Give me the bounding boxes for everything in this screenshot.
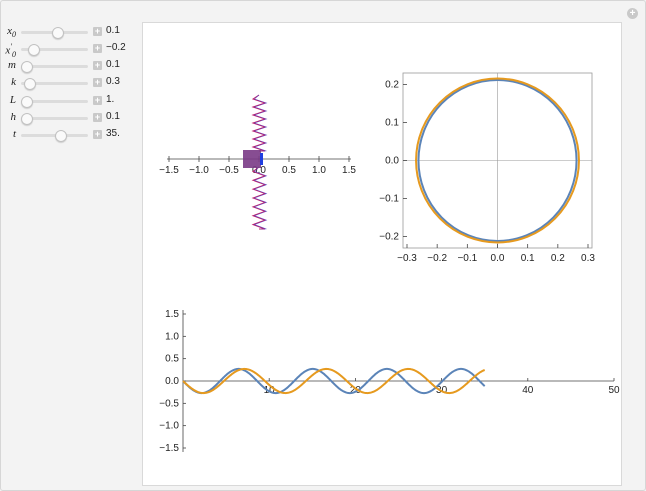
- phase-y-tick-label: −0.1: [379, 193, 399, 204]
- phase-x-tick-label: 0.2: [551, 253, 565, 264]
- diagram-tick-label: −1.5: [159, 165, 179, 176]
- plus-icon[interactable]: +: [93, 27, 102, 36]
- control-value: 0.3: [106, 76, 120, 87]
- slider-track[interactable]: [21, 44, 88, 56]
- control-label: x′0: [0, 42, 16, 59]
- slider-thumb[interactable]: [23, 78, 36, 90]
- plus-icon[interactable]: +: [93, 130, 102, 139]
- time-x-tick-label: 40: [522, 385, 534, 396]
- plus-icon[interactable]: +: [93, 113, 102, 122]
- time-y-tick-label: −1.0: [159, 421, 179, 432]
- control-label-subscript: 0: [12, 30, 16, 40]
- plus-icon[interactable]: +: [93, 78, 102, 87]
- time-y-tick-label: 1.5: [165, 309, 179, 320]
- phase-x-tick-label: 0.1: [521, 253, 535, 264]
- control-value: −0.2: [106, 42, 126, 53]
- time-y-tick-label: 1.0: [165, 331, 179, 342]
- time-y-tick-label: −1.5: [159, 443, 179, 454]
- control-value: 0.1: [106, 25, 120, 36]
- slider-thumb[interactable]: [21, 61, 33, 73]
- control-row-k: k +0.3: [0, 75, 140, 91]
- output-panel: −1.5 −1.0 −0.5 0.0 0.5 1.0 1.5 −0.3 −0.2 −0.1 0.0 0…: [142, 22, 622, 486]
- slider-thumb[interactable]: [21, 113, 33, 125]
- slider-thumb[interactable]: [52, 27, 65, 39]
- phase-y-tick-label: 0.2: [385, 80, 399, 91]
- slider-thumb[interactable]: [21, 96, 33, 108]
- diagram-tick-label: −1.0: [189, 165, 209, 176]
- phase-y-tick-label: 0.1: [385, 118, 399, 129]
- plus-icon[interactable]: +: [93, 96, 102, 105]
- phase-x-tick-label: −0.1: [457, 253, 477, 264]
- slider-track[interactable]: [21, 96, 88, 108]
- control-label-symbol: t: [12, 128, 16, 140]
- control-row-x-0: x0 +0.1: [0, 24, 140, 40]
- time-x-tick-label: 50: [608, 385, 620, 396]
- control-value: 0.1: [106, 111, 120, 122]
- phase-x-tick-label: 0.3: [581, 253, 595, 264]
- control-row-L: L +1.: [0, 93, 140, 109]
- phase-y-tick-label: −0.2: [379, 231, 399, 242]
- control-row-m: m +0.1: [0, 58, 140, 74]
- time-y-tick-label: 0.5: [165, 354, 179, 365]
- phase-x-tick-label: −0.3: [397, 253, 417, 264]
- phase-x-tick-label: −0.2: [427, 253, 447, 264]
- mass-block: [243, 150, 261, 168]
- diagram-tick-label: −0.5: [219, 165, 239, 176]
- control-row-h: h +0.1: [0, 110, 140, 126]
- slider-track[interactable]: [21, 61, 88, 73]
- control-row-x-prime-0: x′0 + −0.2: [0, 41, 140, 59]
- control-row-t: t +35.: [0, 127, 140, 143]
- slider-track[interactable]: [21, 78, 88, 90]
- spring-bottom-shadow: [253, 166, 268, 230]
- control-label: t: [0, 128, 16, 140]
- diagram-tick-label: 0.5: [282, 165, 296, 176]
- control-label: x0: [0, 25, 16, 39]
- control-label-symbol: h: [10, 111, 17, 123]
- slider-thumb[interactable]: [27, 44, 40, 56]
- slider-track[interactable]: [21, 27, 88, 39]
- control-label-symbol: m: [8, 59, 16, 71]
- phase-y-tick-label: 0.0: [385, 156, 399, 167]
- plus-icon[interactable]: +: [93, 61, 102, 70]
- control-label-symbol: L: [9, 94, 16, 106]
- control-value: 35.: [106, 128, 120, 139]
- slider-track[interactable]: [21, 113, 88, 125]
- control-label-symbol: k: [11, 76, 16, 88]
- plus-icon[interactable]: +: [627, 8, 638, 19]
- control-label: k: [0, 76, 16, 88]
- diagram-tick-label: 1.0: [312, 165, 326, 176]
- plus-icon[interactable]: +: [93, 44, 102, 53]
- diagram-tick-label: 1.5: [342, 165, 356, 176]
- slider-track[interactable]: [21, 130, 88, 142]
- time-y-tick-label: −0.5: [159, 398, 179, 409]
- control-value: 0.1: [106, 59, 120, 70]
- spring-top-shadow: [253, 94, 268, 152]
- plots-canvas: −1.5 −1.0 −0.5 0.0 0.5 1.0 1.5 −0.3 −0.2 −0.1 0.0 0…: [159, 72, 620, 454]
- phase-x-tick-label: 0.0: [491, 253, 505, 264]
- slider-thumb[interactable]: [55, 130, 68, 142]
- mass-marker: [260, 153, 263, 165]
- control-label: m: [0, 59, 16, 71]
- time-y-tick-label: 0.0: [165, 376, 179, 387]
- control-label: h: [0, 111, 17, 123]
- control-label: L: [0, 94, 16, 106]
- control-value: 1.: [106, 94, 115, 105]
